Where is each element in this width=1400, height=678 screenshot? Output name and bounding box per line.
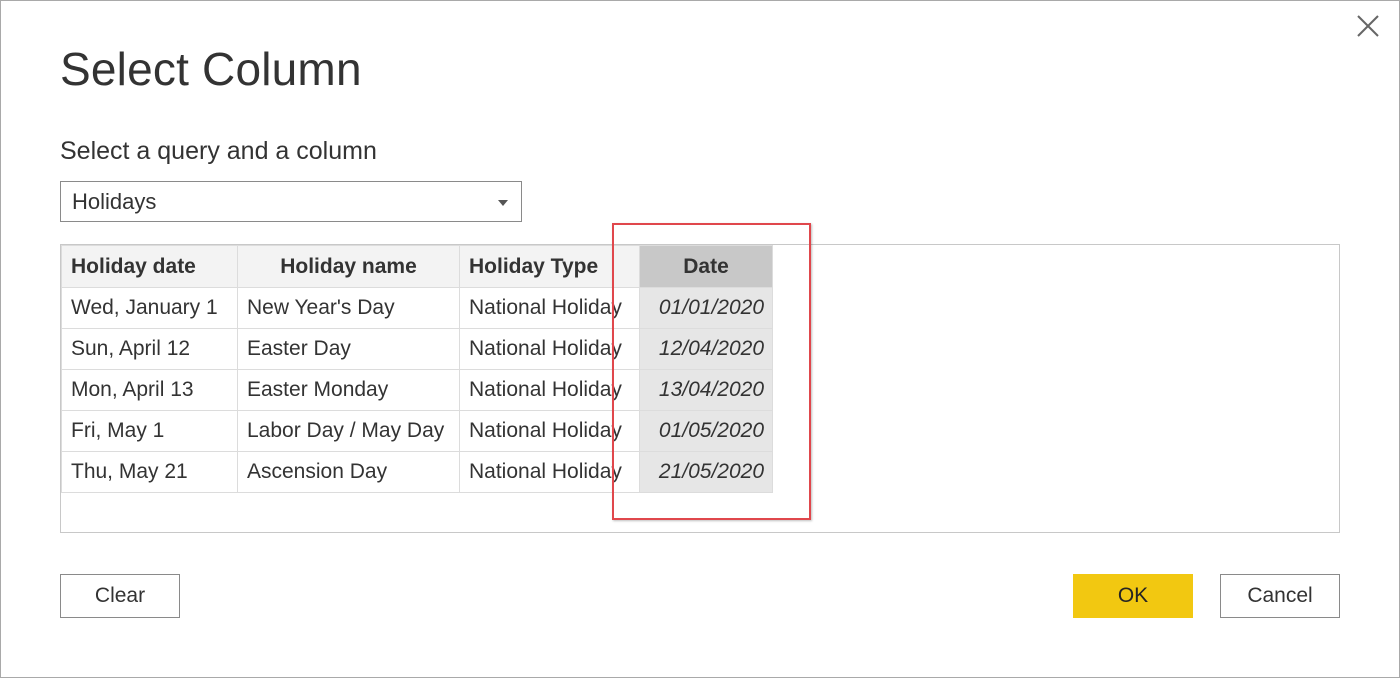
query-dropdown[interactable]: Holidays xyxy=(60,181,522,222)
column-header-holiday-date[interactable]: Holiday date xyxy=(61,245,238,288)
query-dropdown-value: Holidays xyxy=(72,189,157,214)
table-cell[interactable]: National Holiday xyxy=(459,369,640,411)
dialog-subtitle: Select a query and a column xyxy=(60,137,377,165)
table-cell[interactable]: Wed, January 1 xyxy=(61,287,238,329)
column-header-holiday-type[interactable]: Holiday Type xyxy=(459,245,640,288)
table-cell[interactable]: National Holiday xyxy=(459,410,640,452)
column-header-holiday-name[interactable]: Holiday name xyxy=(237,245,460,288)
table-row: Fri, May 1 Labor Day / May Day National … xyxy=(61,410,773,452)
table-cell-selected[interactable]: 21/05/2020 xyxy=(639,451,773,493)
select-column-dialog: Select Column Select a query and a colum… xyxy=(0,0,1400,678)
table-row: Mon, April 13 Easter Monday National Hol… xyxy=(61,369,773,411)
table-header-row: Holiday date Holiday name Holiday Type D… xyxy=(61,245,773,288)
ok-button[interactable]: OK xyxy=(1073,574,1193,618)
table-cell[interactable]: Ascension Day xyxy=(237,451,460,493)
table-cell[interactable]: Labor Day / May Day xyxy=(237,410,460,452)
table-cell[interactable]: National Holiday xyxy=(459,451,640,493)
dialog-title: Select Column xyxy=(60,43,362,95)
table-cell[interactable]: Easter Monday xyxy=(237,369,460,411)
table-cell-selected[interactable]: 01/01/2020 xyxy=(639,287,773,329)
close-icon xyxy=(1357,15,1379,37)
table-cell-selected[interactable]: 01/05/2020 xyxy=(639,410,773,452)
column-header-date-selected[interactable]: Date xyxy=(639,245,773,288)
table-cell[interactable]: Thu, May 21 xyxy=(61,451,238,493)
preview-table: Holiday date Holiday name Holiday Type D… xyxy=(61,245,773,493)
close-button[interactable] xyxy=(1353,11,1383,41)
table-row: Sun, April 12 Easter Day National Holida… xyxy=(61,328,773,370)
table-cell[interactable]: Sun, April 12 xyxy=(61,328,238,370)
chevron-down-icon xyxy=(498,200,508,206)
table-cell-selected[interactable]: 12/04/2020 xyxy=(639,328,773,370)
table-cell-selected[interactable]: 13/04/2020 xyxy=(639,369,773,411)
table-cell[interactable]: New Year's Day xyxy=(237,287,460,329)
table-row: Thu, May 21 Ascension Day National Holid… xyxy=(61,451,773,493)
table-cell[interactable]: Fri, May 1 xyxy=(61,410,238,452)
table-row: Wed, January 1 New Year's Day National H… xyxy=(61,287,773,329)
cancel-button[interactable]: Cancel xyxy=(1220,574,1340,618)
table-cell[interactable]: Mon, April 13 xyxy=(61,369,238,411)
table-cell[interactable]: National Holiday xyxy=(459,328,640,370)
preview-grid: Holiday date Holiday name Holiday Type D… xyxy=(60,244,1340,533)
clear-button[interactable]: Clear xyxy=(60,574,180,618)
table-cell[interactable]: National Holiday xyxy=(459,287,640,329)
table-cell[interactable]: Easter Day xyxy=(237,328,460,370)
